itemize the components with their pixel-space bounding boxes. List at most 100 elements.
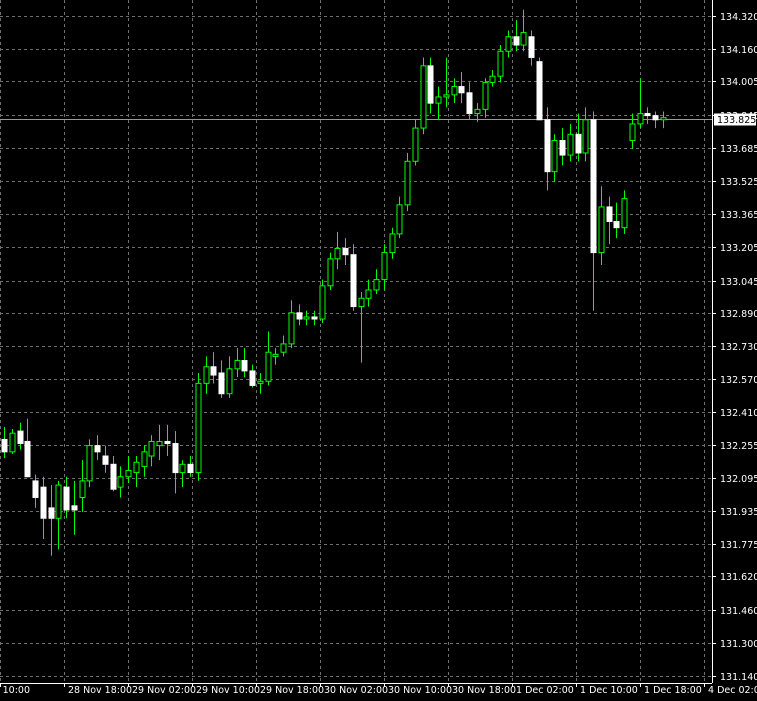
candle-body-bullish [156, 440, 163, 447]
candle-body-bearish [296, 312, 303, 320]
candle-body-bullish [86, 445, 93, 482]
chart-background [0, 0, 757, 701]
candle-body-bearish [63, 486, 70, 511]
candle-body-bullish [435, 96, 442, 104]
candle-body-bullish [319, 285, 326, 320]
candle-body-bullish [551, 140, 558, 173]
x-axis-tick-label: 29 Nov 10:00 [196, 685, 260, 696]
candle-body-bullish [420, 65, 427, 129]
candle-body-bullish [598, 206, 605, 254]
x-axis-tick-labels: 28 Nov 10:0028 Nov 18:0029 Nov 02:0029 N… [0, 685, 757, 696]
candle-body-bullish [195, 382, 202, 474]
y-axis-tick-label: 131.775 [720, 540, 757, 551]
y-axis-tick-label: 133.365 [720, 210, 757, 221]
candle-body-bearish [311, 316, 318, 320]
candle-body-bullish [141, 451, 148, 467]
candle-body-bullish [288, 312, 295, 345]
candle-body-bearish [559, 140, 566, 156]
candle-body-bearish [164, 440, 171, 445]
candle-body-bearish [17, 430, 24, 445]
candle-body-bullish [505, 36, 512, 52]
candle-body-bullish [373, 279, 380, 291]
candle-body-bearish [606, 206, 613, 222]
y-axis-tick-label: 133.205 [720, 243, 757, 254]
x-axis-tick-label: 1 Dec 02:00 [516, 685, 574, 696]
candle-body-bullish [629, 123, 636, 142]
candle-body-bullish [334, 247, 341, 260]
x-axis-tick-label: 1 Dec 18:00 [644, 685, 702, 696]
y-axis-tick-label: 134.160 [720, 45, 757, 56]
x-axis-tick-label: 30 Nov 18:00 [452, 685, 516, 696]
candle-body-bullish [358, 297, 365, 308]
y-axis-tick-label: 131.620 [720, 572, 757, 583]
candle-body-bullish [257, 380, 264, 384]
candle-body-bullish [226, 368, 233, 395]
x-axis-tick-label: 28 Nov 18:00 [68, 685, 132, 696]
candle-body-bullish [203, 366, 210, 384]
candle-body-bullish [637, 113, 644, 125]
candle-body-bearish [241, 360, 248, 372]
candle-body-bearish [613, 220, 620, 229]
candle-body-bullish [660, 117, 667, 121]
candle-body-bullish [474, 108, 481, 115]
candle-body-bullish [567, 133, 574, 156]
candle-body-bearish [342, 247, 349, 256]
y-axis-tick-label: 131.300 [720, 639, 757, 650]
y-axis-tick-label: 132.570 [720, 375, 757, 386]
current-price-label-text: 133.825 [717, 115, 756, 126]
y-axis-tick-label: 132.095 [720, 474, 757, 485]
candle-body-bullish [79, 480, 86, 499]
candle-body-bearish [94, 445, 101, 453]
candle-body-bearish [1, 438, 8, 453]
candle-body-bullish [489, 75, 496, 83]
candle-body-bullish [404, 160, 411, 206]
candle-body-bearish [575, 133, 582, 154]
y-axis-tick-label: 133.525 [720, 177, 757, 188]
current-price-label: 133.825 [714, 113, 756, 126]
y-axis-tick-labels: 134.320134.160134.005133.845133.685133.5… [720, 12, 757, 683]
candle-body-bearish [458, 86, 465, 94]
x-axis-tick-label: 29 Nov 18:00 [260, 685, 324, 696]
y-axis-tick-label: 133.685 [720, 144, 757, 155]
y-axis-tick-label: 131.935 [720, 507, 757, 518]
y-axis-tick-label: 132.255 [720, 441, 757, 452]
y-axis-tick-label: 134.005 [720, 77, 757, 88]
candle-body-bullish [133, 461, 140, 474]
chart-canvas: 134.320134.160134.005133.845133.685133.5… [0, 0, 757, 701]
candle-body-bearish [210, 366, 217, 376]
candle-body-bearish [172, 443, 179, 474]
candle-body-bearish [544, 119, 551, 173]
candle-body-bullish [497, 50, 504, 77]
x-axis-tick-label: 30 Nov 02:00 [324, 685, 388, 696]
candle-body-bullish [9, 432, 16, 453]
candle-body-bullish [443, 94, 450, 98]
y-axis-tick-label: 132.890 [720, 309, 757, 320]
candle-body-bearish [102, 455, 109, 465]
candle-body-bullish [396, 204, 403, 235]
y-axis-tick-label: 131.140 [720, 672, 757, 683]
candle-body-bullish [381, 252, 388, 281]
y-axis-tick-label: 132.730 [720, 342, 757, 353]
candle-body-bullish [412, 127, 419, 162]
candle-body-bullish [520, 32, 527, 46]
candle-body-bearish [110, 463, 117, 490]
candle-body-bearish [466, 92, 473, 115]
candle-body-bearish [249, 370, 256, 386]
candle-body-bearish [218, 372, 225, 395]
candle-body-bearish [528, 36, 535, 59]
candle-body-bearish [652, 115, 659, 121]
candle-body-bullish [389, 233, 396, 254]
x-axis-tick-label: 1 Dec 10:00 [580, 685, 638, 696]
candle-body-bearish [187, 463, 194, 474]
y-axis-tick-label: 134.320 [720, 12, 757, 23]
candle-body-bearish [513, 36, 520, 46]
candle-body-bullish [327, 258, 334, 287]
candle-body-bullish [265, 351, 272, 382]
candle-body-bullish [451, 86, 458, 96]
candle-body-bearish [644, 113, 651, 117]
x-axis-tick-label: 4 Dec 02:00 [708, 685, 757, 696]
candle-body-bearish [427, 65, 434, 104]
x-axis-tick-label: 28 Nov 10:00 [0, 685, 30, 696]
candle-body-bullish [234, 360, 241, 370]
candle-body-bearish [24, 440, 31, 478]
